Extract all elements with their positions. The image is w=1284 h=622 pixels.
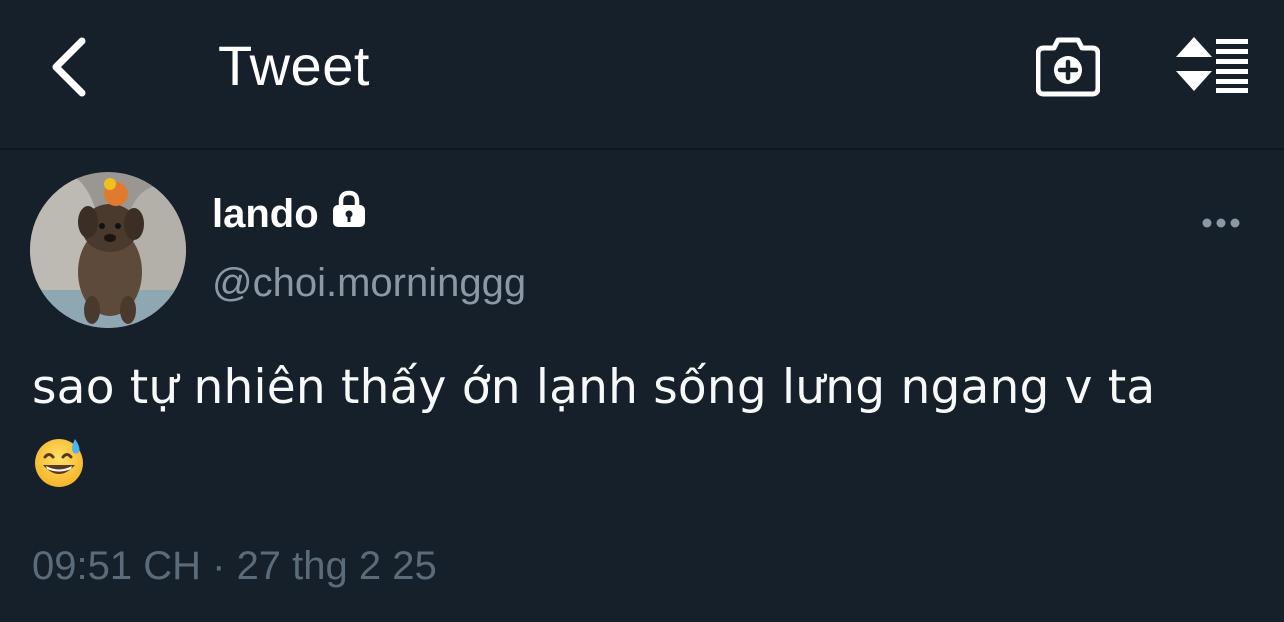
tweet-time: 09:51 CH <box>32 544 201 588</box>
back-button[interactable] <box>40 32 96 102</box>
tweet-text: sao tự nhiên thấy ớn lạnh sống lưng ngan… <box>32 360 1156 415</box>
more-options-button[interactable] <box>1196 208 1246 238</box>
sort-list-icon <box>1176 37 1248 93</box>
avatar[interactable] <box>30 172 186 328</box>
author-row: lando <box>212 190 369 238</box>
tweet-date: 27 thg 2 25 <box>236 544 437 588</box>
page-title: Tweet <box>218 34 370 97</box>
more-horizontal-icon <box>1202 218 1240 228</box>
dog-photo <box>30 172 186 328</box>
sort-button[interactable] <box>1170 32 1254 96</box>
display-name[interactable]: lando <box>212 190 319 238</box>
user-handle[interactable]: @choi.morninggg <box>212 258 526 308</box>
camera-add-icon <box>1036 37 1100 97</box>
grinning-face-with-sweat-icon <box>32 435 86 489</box>
chevron-left-icon <box>52 37 86 97</box>
top-bar: Tweet <box>0 0 1284 150</box>
camera-button[interactable] <box>1034 32 1102 100</box>
meta-separator: · <box>212 544 226 588</box>
lock-icon <box>329 189 369 234</box>
tweet-timestamp: 09:51 CH · 27 thg 2 25 <box>32 540 437 592</box>
